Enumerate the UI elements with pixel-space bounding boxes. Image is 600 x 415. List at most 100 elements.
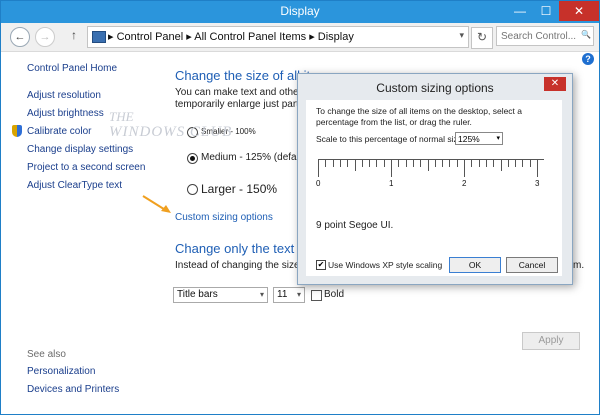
ruler-tick xyxy=(420,159,422,167)
sidebar-item-personalization[interactable]: Personalization xyxy=(27,366,95,377)
ruler-tick xyxy=(391,159,392,177)
minimize-button[interactable]: — xyxy=(507,1,533,21)
scale-label: Scale to this percentage of normal size: xyxy=(316,134,465,144)
chevron-down-icon: ▾ xyxy=(496,135,500,142)
radio-larger[interactable] xyxy=(187,184,198,195)
maximize-button[interactable]: ☐ xyxy=(533,1,559,21)
help-icon[interactable]: ? xyxy=(582,53,594,65)
custom-sizing-dialog: Custom sizing options ✕ To change the si… xyxy=(297,73,573,285)
title-bar: Display — ☐ ✕ xyxy=(1,1,599,23)
display-window: Display — ☐ ✕ ← → ↑ ▸ Control Panel ▸ Al… xyxy=(0,0,600,415)
ruler-tick xyxy=(405,159,407,167)
ruler-tick xyxy=(398,159,400,167)
font-sample-text: 9 point Segoe UI. xyxy=(316,220,394,231)
ruler-tick xyxy=(376,159,378,167)
annotation-arrow-icon xyxy=(142,195,171,213)
ruler-tick xyxy=(449,159,451,167)
apply-button[interactable]: Apply xyxy=(522,332,580,350)
ruler-tick xyxy=(471,159,473,167)
search-icon[interactable]: 🔍 xyxy=(581,30,591,39)
ruler-tick xyxy=(339,159,341,167)
ruler-tick xyxy=(478,159,480,167)
ruler-tick xyxy=(332,159,334,167)
ruler-tick xyxy=(383,159,385,167)
dialog-instructions-1: To change the size of all items on the d… xyxy=(316,106,523,116)
ruler-tick xyxy=(500,159,502,171)
ruler-label: 0 xyxy=(316,179,321,188)
ruler-tick xyxy=(318,159,319,177)
xp-scaling-checkbox[interactable]: ✔ xyxy=(316,260,326,270)
radio-larger-label: Larger - 150% xyxy=(201,182,278,196)
ruler-tick xyxy=(434,159,436,167)
ruler-tick xyxy=(522,159,524,167)
up-button[interactable]: ↑ xyxy=(71,28,77,42)
ruler-tick xyxy=(354,159,356,171)
ruler-tick xyxy=(537,159,538,177)
sidebar-item-adjust-brightness[interactable]: Adjust brightness xyxy=(27,108,104,119)
ruler-tick xyxy=(507,159,509,167)
ruler-label: 3 xyxy=(535,179,540,188)
sidebar-item-change-display-settings[interactable]: Change display settings xyxy=(27,144,133,155)
font-size-select[interactable]: 11 ▾ xyxy=(273,287,305,303)
chevron-down-icon: ▾ xyxy=(296,290,301,299)
radio-medium[interactable] xyxy=(187,153,198,164)
dialog-body: To change the size of all items on the d… xyxy=(306,100,562,276)
refresh-button[interactable]: ↻ xyxy=(471,27,493,49)
dialog-instructions-2: percentage from the list, or drag the ru… xyxy=(316,117,472,127)
back-button[interactable]: ← xyxy=(10,27,30,47)
custom-sizing-link[interactable]: Custom sizing options xyxy=(175,212,273,223)
dialog-close-button[interactable]: ✕ xyxy=(544,77,566,91)
text-element-value: Title bars xyxy=(177,289,218,300)
watermark-line-1: THE xyxy=(109,109,134,124)
bold-label: Bold xyxy=(324,289,345,300)
ruler-tick xyxy=(464,159,465,177)
shield-icon xyxy=(12,125,22,137)
see-also-heading: See also xyxy=(27,349,66,360)
bold-checkbox[interactable] xyxy=(311,290,322,301)
scale-percentage-select[interactable]: 125% ▾ xyxy=(455,132,503,145)
forward-button[interactable]: → xyxy=(35,27,55,47)
sidebar-home-link[interactable]: Control Panel Home xyxy=(27,63,117,74)
text-element-select[interactable]: Title bars ▾ xyxy=(173,287,268,303)
ruler-tick xyxy=(361,159,363,167)
description-line-3: Instead of changing the size o xyxy=(175,260,308,271)
address-bar[interactable]: ▸ Control Panel ▸ All Control Panel Item… xyxy=(87,26,469,48)
search-input[interactable] xyxy=(496,26,594,46)
close-button[interactable]: ✕ xyxy=(559,1,599,21)
sidebar-item-calibrate-color[interactable]: Calibrate color xyxy=(27,126,91,137)
ruler-tick xyxy=(456,159,458,167)
sidebar-item-devices-printers[interactable]: Devices and Printers xyxy=(27,384,119,395)
ruler-tick xyxy=(412,159,414,167)
ruler-tick xyxy=(347,159,349,167)
ruler-baseline xyxy=(318,159,544,160)
cancel-button[interactable]: Cancel xyxy=(506,257,558,273)
sizing-ruler[interactable]: 0 1 2 3 xyxy=(316,149,554,189)
ruler-tick xyxy=(493,159,495,167)
sidebar-item-project-second-screen[interactable]: Project to a second screen xyxy=(27,162,145,173)
breadcrumb[interactable]: ▸ Control Panel ▸ All Control Panel Item… xyxy=(108,30,354,43)
ruler-tick xyxy=(529,159,531,167)
description-line-2: temporarily enlarge just part of xyxy=(175,99,311,110)
ruler-tick xyxy=(427,159,429,171)
ruler-label: 1 xyxy=(389,179,394,188)
ruler-tick xyxy=(442,159,444,167)
description-line-3-end: m. xyxy=(573,260,585,271)
chevron-down-icon[interactable]: ▾ xyxy=(459,30,464,41)
dialog-title: Custom sizing options xyxy=(376,81,494,95)
address-bar-row: ← → ↑ ▸ Control Panel ▸ All Control Pane… xyxy=(1,23,599,52)
ruler-tick xyxy=(325,159,327,167)
computer-icon xyxy=(92,31,106,43)
sidebar-item-adjust-resolution[interactable]: Adjust resolution xyxy=(27,90,101,101)
ruler-tick xyxy=(369,159,371,167)
font-size-value: 11 xyxy=(277,289,288,300)
sidebar-item-adjust-cleartype[interactable]: Adjust ClearType text xyxy=(27,180,122,191)
ruler-tick xyxy=(485,159,487,167)
radio-medium-label: Medium - 125% (default) xyxy=(201,152,311,163)
ruler-tick xyxy=(515,159,517,167)
ruler-label: 2 xyxy=(462,179,467,188)
ok-button[interactable]: OK xyxy=(449,257,501,273)
chevron-down-icon: ▾ xyxy=(259,290,264,299)
scale-percentage-value: 125% xyxy=(458,134,480,144)
xp-scaling-label: Use Windows XP style scaling xyxy=(328,260,443,270)
watermark-line-2: WINDOWS CLUB xyxy=(109,124,233,140)
